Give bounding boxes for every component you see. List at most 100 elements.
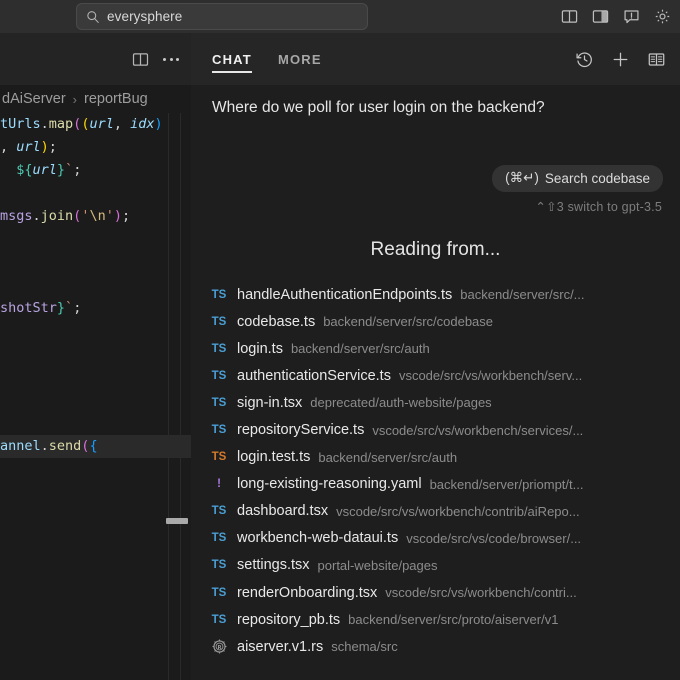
code-token: . — [32, 208, 41, 224]
file-list-item[interactable]: TS repository_pb.ts backend/server/src/pro… — [191, 606, 680, 633]
search-codebase-button[interactable]: (⌘↵) Search codebase — [492, 165, 663, 192]
file-list-item[interactable]: TS authenticationService.ts vscode/src/vs/… — [191, 362, 680, 389]
reading-file-list: TS handleAuthenticationEndpoints.ts backen… — [191, 281, 680, 660]
chat-tabs: CHAT MORE — [212, 33, 322, 85]
code-token: url — [32, 162, 57, 178]
code-token: , — [0, 139, 17, 155]
breadcrumb-item-1[interactable]: reportBug — [82, 91, 150, 107]
ts-file-icon: TS — [211, 288, 227, 301]
chat-actions — [575, 33, 666, 85]
split-editor-icon[interactable] — [132, 51, 149, 68]
code-token: ) — [40, 139, 49, 155]
tab-more[interactable]: MORE — [278, 33, 322, 85]
file-name: renderOnboarding.tsx — [237, 584, 378, 601]
file-list-item[interactable]: TS settings.tsx portal-website/pages — [191, 552, 680, 579]
ts-file-icon: TS — [211, 315, 227, 328]
file-list-item[interactable]: TS renderOnboarding.tsx vscode/src/vs/work… — [191, 579, 680, 606]
file-list-item[interactable]: TS dashboard.tsx vscode/src/vs/workbench/c… — [191, 498, 680, 525]
search-codebase-badge-row: (⌘↵) Search codebase — [492, 165, 663, 192]
file-path: vscode/src/vs/workbench/contrib/aiRepo..… — [336, 503, 580, 519]
minimap-slider[interactable] — [166, 518, 188, 524]
file-path: vscode/src/vs/workbench/serv... — [398, 368, 583, 384]
file-name: settings.tsx — [237, 557, 310, 574]
file-name: repositoryService.ts — [237, 422, 365, 439]
code-token: ; — [122, 208, 131, 224]
model-switch-hint: ⌃⇧3 switch to gpt-3.5 — [535, 200, 662, 214]
code-token: ; — [48, 139, 57, 155]
file-path: deprecated/auth-website/pages — [310, 395, 492, 411]
file-name: workbench-web-dataui.ts — [237, 530, 399, 547]
file-list-item[interactable]: TS login.test.ts backend/server/src/auth — [191, 444, 680, 471]
file-list-item[interactable]: TS workbench-web-dataui.ts vscode/src/vs/c… — [191, 525, 680, 552]
code-token: shotStr — [0, 300, 57, 316]
code-token: . — [40, 438, 49, 454]
search-icon — [87, 10, 99, 23]
app-root: everysphere dAiServer › reportBug tUrls.… — [0, 0, 680, 680]
file-name: aiserver.v1.rs — [237, 638, 324, 655]
code-token: \n — [89, 208, 106, 224]
feedback-comment-icon[interactable] — [623, 8, 640, 25]
search-codebase-label: Search codebase — [544, 170, 650, 186]
tsx-file-icon: TS — [211, 586, 227, 599]
file-path: backend/server/src/auth — [290, 341, 430, 357]
search-input[interactable]: everysphere — [76, 3, 368, 30]
code-token: ) — [154, 116, 163, 132]
chat-question: Where do we poll for user login on the b… — [212, 99, 545, 116]
code-token: annel — [0, 438, 41, 454]
search-input-value: everysphere — [107, 9, 183, 24]
code-token: join — [40, 208, 74, 224]
file-path: backend/server/src/auth — [318, 449, 458, 465]
file-path: backend/server/src/proto/aiserver/v1 — [348, 612, 559, 628]
settings-gear-icon[interactable] — [654, 8, 671, 25]
code-token: url — [16, 139, 41, 155]
ts-test-file-icon: TS — [211, 451, 227, 464]
file-name: login.ts — [237, 340, 283, 357]
search-codebase-shortcut: (⌘↵) — [505, 170, 539, 185]
code-token: url — [89, 116, 114, 132]
split-editor-layout-icon[interactable] — [561, 8, 578, 25]
code-token: ` — [65, 300, 74, 316]
ts-file-icon: TS — [211, 532, 227, 545]
title-bar: everysphere — [0, 0, 680, 33]
tab-more-label: MORE — [277, 51, 322, 67]
plus-new-chat-icon[interactable] — [611, 50, 630, 69]
file-list-item[interactable]: TS handleAuthenticationEndpoints.ts backen… — [191, 281, 680, 308]
code-token: ' — [105, 208, 114, 224]
file-name: sign-in.tsx — [237, 394, 303, 411]
file-path: backend/server/src/... — [460, 287, 585, 303]
editor-column: dAiServer › reportBug tUrls.map((url, id… — [0, 33, 191, 680]
code-token: { — [89, 438, 98, 454]
yaml-file-icon: ! — [217, 478, 221, 491]
file-path: vscode/src/vs/code/browser/... — [406, 530, 582, 546]
history-clock-icon[interactable] — [575, 50, 594, 69]
more-actions-icon[interactable] — [163, 57, 179, 61]
book-docs-icon[interactable] — [647, 50, 666, 69]
file-list-item[interactable]: TS sign-in.tsx deprecated/auth-website/pag… — [191, 389, 680, 416]
file-list-item[interactable]: TS repositoryService.ts vscode/src/vs/work… — [191, 416, 680, 443]
editor-minimap[interactable] — [163, 113, 191, 680]
code-token: } — [56, 162, 66, 178]
title-bar-actions — [561, 0, 671, 33]
file-list-item[interactable]: TS codebase.ts backend/server/src/codebase — [191, 308, 680, 335]
code-token: tUrls — [0, 116, 41, 132]
rust-logo-icon: R — [211, 639, 227, 654]
file-name: repository_pb.ts — [237, 611, 341, 628]
rust-file-icon: R — [208, 639, 230, 654]
chat-panel: CHAT MORE Where do we poll for user logi… — [191, 33, 680, 680]
code-token: } — [56, 300, 66, 316]
ts-file-icon: TS — [211, 613, 227, 626]
code-token: , — [113, 116, 131, 132]
file-list-item[interactable]: TS login.ts backend/server/src/auth — [191, 335, 680, 362]
tsx-file-icon: TS — [211, 559, 227, 572]
tab-chat[interactable]: CHAT — [212, 33, 252, 85]
code-token: idx — [130, 116, 155, 132]
file-list-item[interactable]: ! long-existing-reasoning.yaml backend/ser… — [191, 471, 680, 498]
file-path: schema/src — [331, 639, 398, 655]
tsx-file-icon: TS — [211, 505, 227, 518]
file-list-item[interactable]: Raiserver.v1.rs schema/src — [191, 633, 680, 660]
panel-layout-icon[interactable] — [592, 8, 609, 25]
breadcrumb-item-0[interactable]: dAiServer — [0, 91, 68, 107]
file-path: vscode/src/vs/workbench/services/... — [372, 422, 584, 438]
code-token: ; — [73, 162, 82, 178]
